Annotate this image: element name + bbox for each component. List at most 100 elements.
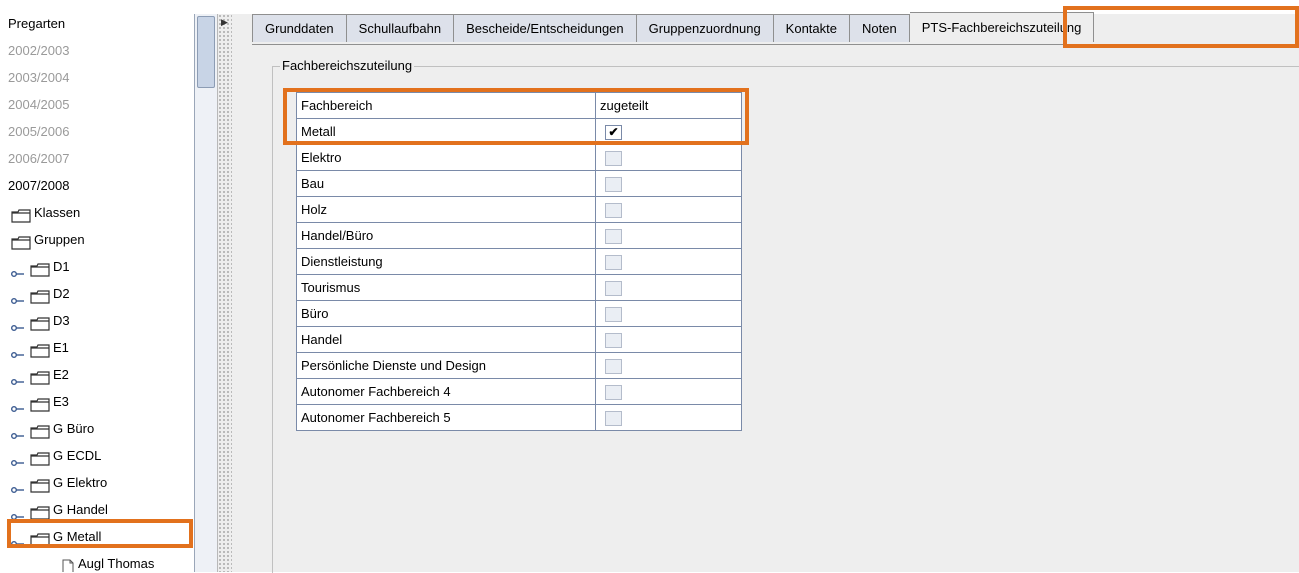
table-row[interactable]: Büro	[296, 300, 742, 327]
zugeteilt-checkbox[interactable]	[605, 384, 622, 400]
tab-divider	[252, 44, 1299, 45]
zugeteilt-checkbox[interactable]	[605, 306, 622, 322]
folder-icon	[30, 394, 50, 412]
tab-gruppenzuordnung[interactable]: Gruppenzuordnung	[636, 14, 774, 42]
tree-item-gruppen[interactable]: Gruppen	[11, 225, 85, 252]
zugeteilt-checkbox[interactable]	[605, 358, 622, 374]
table-row[interactable]: Autonomer Fachbereich 4	[296, 378, 742, 405]
tab-schullaufbahn[interactable]: Schullaufbahn	[346, 14, 455, 42]
tree-item-2005-2006[interactable]: 2005/2006	[8, 117, 69, 144]
tree-item-label: G ECDL	[53, 448, 102, 464]
tree-key-icon[interactable]	[11, 342, 24, 358]
column-header-fachbereich[interactable]: Fachbereich	[296, 92, 596, 119]
table-row[interactable]: Metall ✔	[296, 118, 742, 145]
zugeteilt-checkbox[interactable]	[605, 228, 622, 244]
tree-key-icon[interactable]	[11, 261, 24, 277]
zugeteilt-checkbox[interactable]	[605, 332, 622, 348]
zugeteilt-checkbox[interactable]	[605, 254, 622, 270]
zugeteilt-checkbox[interactable]	[605, 176, 622, 192]
tree-item-label: 2003/2004	[8, 70, 70, 86]
tree-item-label: G Büro	[53, 421, 95, 437]
table-row[interactable]: Tourismus	[296, 274, 742, 301]
tree-item-label: Pregarten	[8, 16, 66, 32]
tree-item-augl-thomas[interactable]: Augl Thomas	[62, 549, 154, 572]
tree-scrollbar[interactable]	[194, 14, 217, 572]
folder-icon	[11, 205, 31, 223]
tree-item-2003-2004[interactable]: 2003/2004	[8, 63, 69, 90]
tree-key-icon[interactable]	[11, 396, 24, 412]
folder-icon	[11, 232, 31, 250]
fachbereich-name: Autonomer Fachbereich 4	[296, 378, 596, 405]
tree-key-icon[interactable]	[11, 477, 24, 493]
tree-item-d1[interactable]: D1	[11, 252, 70, 279]
zugeteilt-checkbox[interactable]	[605, 150, 622, 166]
zugeteilt-cell	[595, 404, 742, 431]
table-row[interactable]: Bau	[296, 170, 742, 197]
tree-item-g-metall[interactable]: G Metall	[11, 522, 101, 549]
fachbereich-name: Büro	[296, 300, 596, 327]
table-header-row: Fachbereich zugeteilt	[296, 92, 742, 119]
tree-key-icon[interactable]	[11, 423, 24, 439]
zugeteilt-cell	[595, 170, 742, 197]
folder-icon	[30, 529, 50, 547]
zugeteilt-cell	[595, 326, 742, 353]
tab-bar: Grunddaten Schullaufbahn Bescheide/Entsche…	[252, 12, 1095, 44]
tree-item-g-ecdl[interactable]: G ECDL	[11, 441, 101, 468]
table-row[interactable]: Persönliche Dienste und Design	[296, 352, 742, 379]
table-row[interactable]: Handel	[296, 326, 742, 353]
tree-item-label: E2	[53, 367, 69, 383]
tree-key-icon[interactable]	[11, 531, 24, 547]
zugeteilt-checkbox[interactable]	[605, 410, 622, 426]
pane-splitter[interactable]: ▶	[217, 14, 233, 572]
table-row[interactable]: Autonomer Fachbereich 5	[296, 404, 742, 431]
group-title: Fachbereichszuteilung	[280, 58, 415, 73]
tree-item-e1[interactable]: E1	[11, 333, 69, 360]
tree-item-2006-2007[interactable]: 2006/2007	[8, 144, 69, 171]
tree-item-2007-2008[interactable]: 2007/2008	[8, 171, 69, 198]
tree-item-label: Klassen	[34, 205, 81, 221]
table-row[interactable]: Dienstleistung	[296, 248, 742, 275]
column-header-zugeteilt[interactable]: zugeteilt	[595, 92, 742, 119]
fachbereich-name: Autonomer Fachbereich 5	[296, 404, 596, 431]
tree-item-label: G Elektro	[53, 475, 108, 491]
zugeteilt-cell	[595, 196, 742, 223]
zugeteilt-checkbox[interactable]: ✔	[605, 124, 622, 140]
tree-key-icon[interactable]	[11, 315, 24, 331]
tree-item-2004-2005[interactable]: 2004/2005	[8, 90, 69, 117]
tab-pts-fachbereichszuteilung[interactable]: PTS-Fachbereichszuteilung	[909, 12, 1095, 42]
tree-item-2002-2003[interactable]: 2002/2003	[8, 36, 69, 63]
tree-item-label: 2002/2003	[8, 43, 70, 59]
zugeteilt-checkbox[interactable]	[605, 280, 622, 296]
tree-item-e3[interactable]: E3	[11, 387, 69, 414]
tree-item-g-elektro[interactable]: G Elektro	[11, 468, 107, 495]
tree-item-klassen[interactable]: Klassen	[11, 198, 80, 225]
tree-item-label: D3	[53, 313, 70, 329]
splitter-collapse-arrow-icon[interactable]: ▶	[221, 17, 228, 28]
tree-key-icon[interactable]	[11, 504, 24, 520]
tree-scrollbar-thumb[interactable]	[197, 16, 215, 88]
tree-key-icon[interactable]	[11, 288, 24, 304]
tree-item-g-handel[interactable]: G Handel	[11, 495, 108, 522]
tree-item-g-büro[interactable]: G Büro	[11, 414, 94, 441]
tab-kontakte[interactable]: Kontakte	[773, 14, 850, 42]
zugeteilt-checkbox[interactable]	[605, 202, 622, 218]
table-row[interactable]: Holz	[296, 196, 742, 223]
navigation-tree[interactable]: Pregarten 2002/2003 2003/2004 2004/2005 2005…	[8, 14, 194, 572]
zugeteilt-cell: ✔	[595, 118, 742, 145]
folder-icon	[30, 259, 50, 277]
tab-bescheide-entscheidungen[interactable]: Bescheide/Entscheidungen	[454, 14, 637, 42]
tab-grunddaten[interactable]: Grunddaten	[252, 14, 347, 42]
table-row[interactable]: Handel/Büro	[296, 222, 742, 249]
table-row[interactable]: Elektro	[296, 144, 742, 171]
tree-item-d2[interactable]: D2	[11, 279, 70, 306]
detail-pane: Grunddaten Schullaufbahn Bescheide/Entsche…	[232, 12, 1299, 573]
tree-key-icon[interactable]	[11, 450, 24, 466]
tree-item-e2[interactable]: E2	[11, 360, 69, 387]
tree-item-d3[interactable]: D3	[11, 306, 70, 333]
tree-key-icon[interactable]	[11, 369, 24, 385]
folder-icon	[30, 502, 50, 520]
tab-noten[interactable]: Noten	[850, 14, 910, 42]
tree-item-label: G Handel	[53, 502, 108, 518]
fachbereich-name: Dienstleistung	[296, 248, 596, 275]
tree-item-pregarten[interactable]: Pregarten	[8, 14, 65, 36]
